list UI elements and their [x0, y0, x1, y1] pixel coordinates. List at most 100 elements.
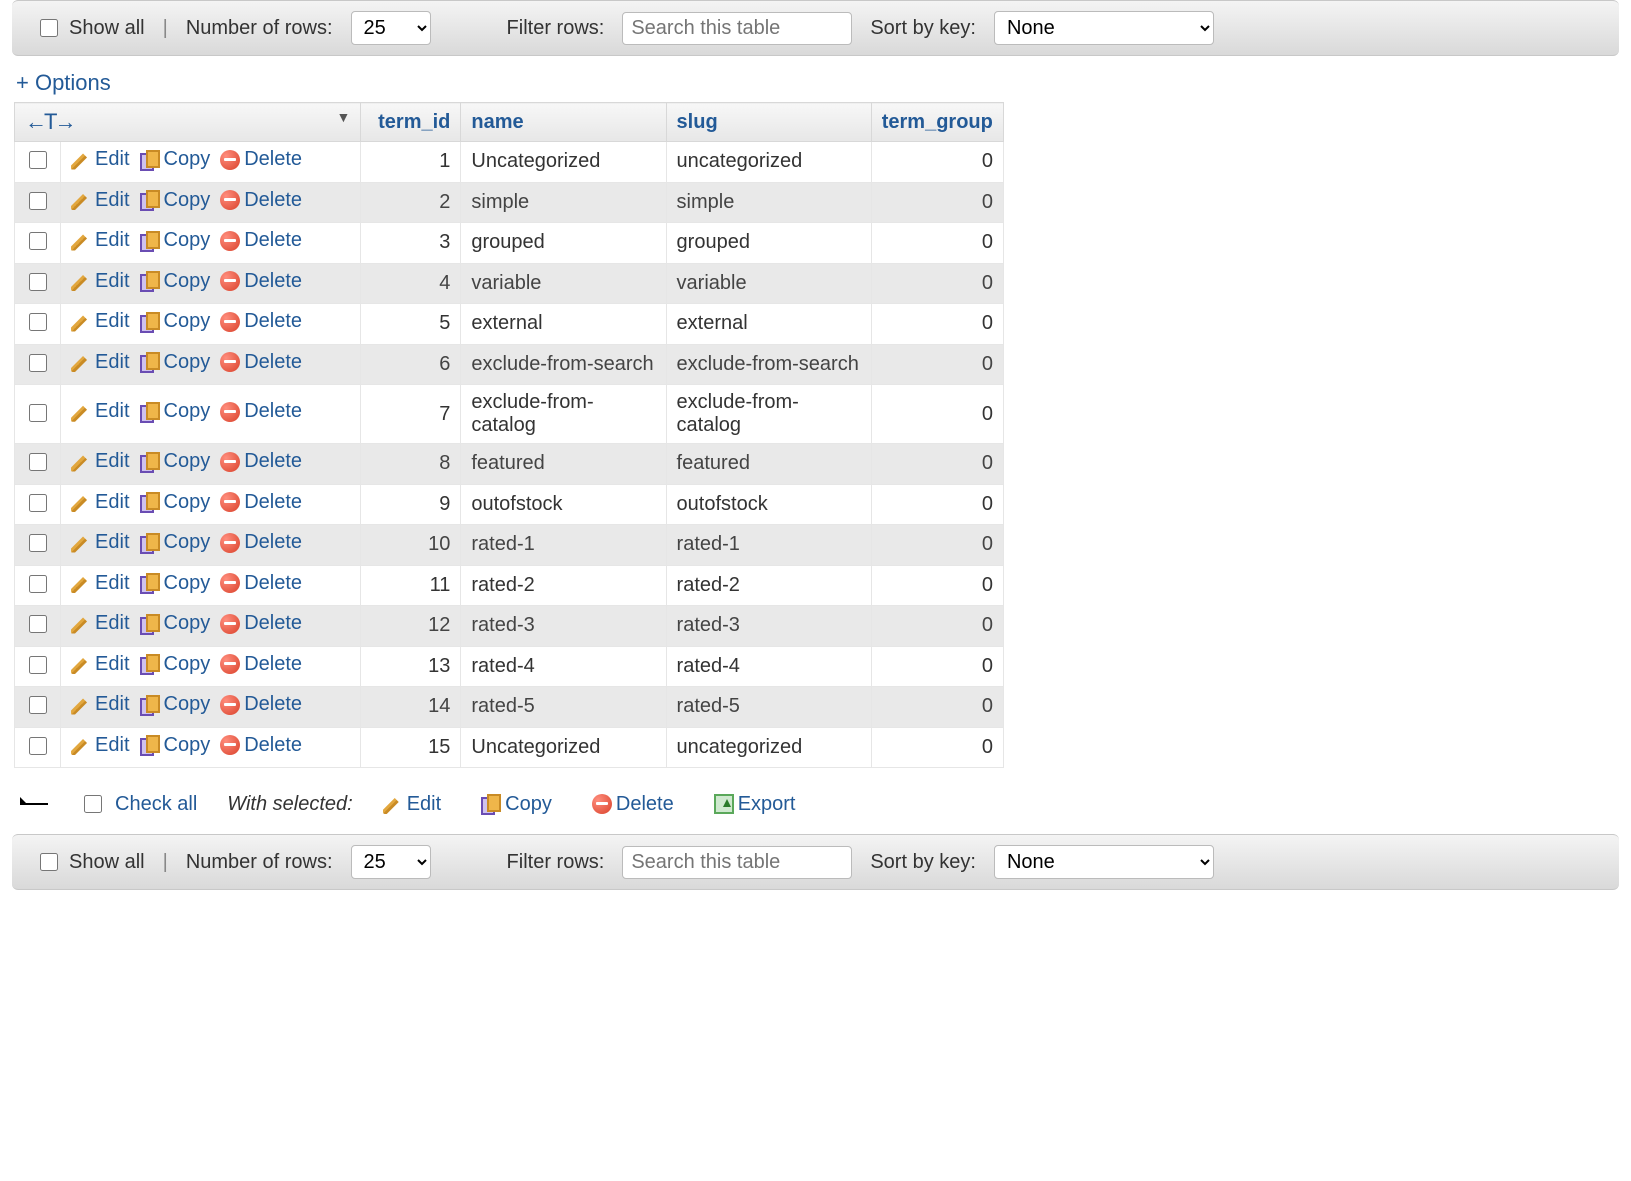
row-checkbox[interactable] [29, 151, 47, 169]
row-copy-button[interactable]: Copy [140, 189, 211, 212]
options-toggle[interactable]: + Options [16, 70, 111, 95]
row-checkbox[interactable] [29, 192, 47, 210]
sort-label: Sort by key: [870, 17, 976, 40]
column-name[interactable]: name [461, 103, 666, 142]
row-checkbox[interactable] [29, 737, 47, 755]
column-slug[interactable]: slug [666, 103, 871, 142]
row-checkbox[interactable] [29, 453, 47, 471]
row-delete-button[interactable]: Delete [220, 351, 302, 374]
row-delete-button[interactable]: Delete [220, 189, 302, 212]
row-checkbox[interactable] [29, 696, 47, 714]
row-copy-button[interactable]: Copy [140, 612, 211, 635]
row-edit-button[interactable]: Edit [71, 270, 129, 293]
row-copy-button[interactable]: Copy [140, 450, 211, 473]
bulk-delete-button[interactable]: Delete [592, 793, 674, 816]
row-delete-button[interactable]: Delete [220, 531, 302, 554]
row-checkbox[interactable] [29, 494, 47, 512]
bulk-edit-button[interactable]: Edit [383, 793, 441, 816]
cell-name: rated-5 [461, 687, 666, 728]
row-edit-button[interactable]: Edit [71, 400, 129, 423]
table-header-row: ←T→ ▼ term_id name slug term_group [15, 103, 1004, 142]
row-edit-button[interactable]: Edit [71, 310, 129, 333]
row-checkbox[interactable] [29, 354, 47, 372]
row-edit-button[interactable]: Edit [71, 148, 129, 171]
row-edit-button[interactable]: Edit [71, 572, 129, 595]
row-delete-button[interactable]: Delete [220, 572, 302, 595]
top-toolbar: Show all | Number of rows: 25 Filter row… [12, 0, 1619, 56]
row-delete-button[interactable]: Delete [220, 693, 302, 716]
row-checkbox[interactable] [29, 615, 47, 633]
row-copy-button[interactable]: Copy [140, 734, 211, 757]
pencil-icon [71, 231, 91, 251]
row-checkbox[interactable] [29, 313, 47, 331]
row-checkbox[interactable] [29, 232, 47, 250]
row-copy-button[interactable]: Copy [140, 400, 211, 423]
check-all-checkbox[interactable] [84, 795, 102, 813]
row-copy-button[interactable]: Copy [140, 310, 211, 333]
row-delete-button[interactable]: Delete [220, 491, 302, 514]
cell-slug: uncategorized [666, 727, 871, 768]
cell-term-group: 0 [871, 344, 1003, 385]
column-actions[interactable]: ←T→ ▼ [15, 103, 361, 142]
row-delete-button[interactable]: Delete [220, 270, 302, 293]
row-edit-button[interactable]: Edit [71, 653, 129, 676]
row-checkbox[interactable] [29, 575, 47, 593]
row-checkbox[interactable] [29, 534, 47, 552]
row-edit-button[interactable]: Edit [71, 450, 129, 473]
check-all-toggle[interactable]: Check all [80, 792, 197, 816]
row-delete-button[interactable]: Delete [220, 450, 302, 473]
row-copy-button[interactable]: Copy [140, 572, 211, 595]
column-term-group[interactable]: term_group [871, 103, 1003, 142]
delete-icon [220, 231, 240, 251]
columns-toggle-icon[interactable]: ←T→ [25, 109, 73, 135]
row-edit-button[interactable]: Edit [71, 693, 129, 716]
show-all-checkbox[interactable] [40, 19, 58, 37]
row-copy-button[interactable]: Copy [140, 531, 211, 554]
show-all-label: Show all [69, 17, 145, 40]
bulk-copy-button[interactable]: Copy [481, 793, 552, 816]
row-delete-button[interactable]: Delete [220, 612, 302, 635]
row-copy-button[interactable]: Copy [140, 270, 211, 293]
row-copy-label: Copy [164, 531, 211, 554]
row-edit-button[interactable]: Edit [71, 612, 129, 635]
row-delete-button[interactable]: Delete [220, 400, 302, 423]
row-copy-button[interactable]: Copy [140, 693, 211, 716]
delete-icon [220, 654, 240, 674]
filter-input[interactable] [622, 12, 852, 45]
copy-icon [140, 735, 160, 755]
row-copy-button[interactable]: Copy [140, 148, 211, 171]
row-delete-button[interactable]: Delete [220, 653, 302, 676]
row-edit-button[interactable]: Edit [71, 229, 129, 252]
column-term-id[interactable]: term_id [361, 103, 461, 142]
row-delete-button[interactable]: Delete [220, 734, 302, 757]
filter-input-bottom[interactable] [622, 846, 852, 879]
row-delete-button[interactable]: Delete [220, 148, 302, 171]
row-checkbox[interactable] [29, 656, 47, 674]
show-all-checkbox-bottom[interactable] [40, 853, 58, 871]
row-edit-button[interactable]: Edit [71, 531, 129, 554]
show-all-toggle[interactable]: Show all [36, 16, 145, 40]
row-copy-button[interactable]: Copy [140, 653, 211, 676]
row-edit-button[interactable]: Edit [71, 351, 129, 374]
row-checkbox[interactable] [29, 404, 47, 422]
delete-icon [592, 794, 612, 814]
row-edit-button[interactable]: Edit [71, 189, 129, 212]
cell-name: variable [461, 263, 666, 304]
show-all-toggle-bottom[interactable]: Show all [36, 850, 145, 874]
row-delete-button[interactable]: Delete [220, 229, 302, 252]
row-edit-button[interactable]: Edit [71, 734, 129, 757]
cell-term-group: 0 [871, 385, 1003, 444]
rows-select[interactable]: 25 [351, 11, 431, 45]
row-delete-button[interactable]: Delete [220, 310, 302, 333]
table-row: EditCopyDelete15Uncategorizeduncategoriz… [15, 727, 1004, 768]
row-copy-button[interactable]: Copy [140, 351, 211, 374]
rows-select-bottom[interactable]: 25 [351, 845, 431, 879]
sort-select-bottom[interactable]: None [994, 845, 1214, 879]
pencil-icon [71, 735, 91, 755]
row-copy-button[interactable]: Copy [140, 491, 211, 514]
bulk-export-button[interactable]: Export [714, 793, 796, 816]
sort-select[interactable]: None [994, 11, 1214, 45]
row-edit-button[interactable]: Edit [71, 491, 129, 514]
row-copy-button[interactable]: Copy [140, 229, 211, 252]
row-checkbox[interactable] [29, 273, 47, 291]
